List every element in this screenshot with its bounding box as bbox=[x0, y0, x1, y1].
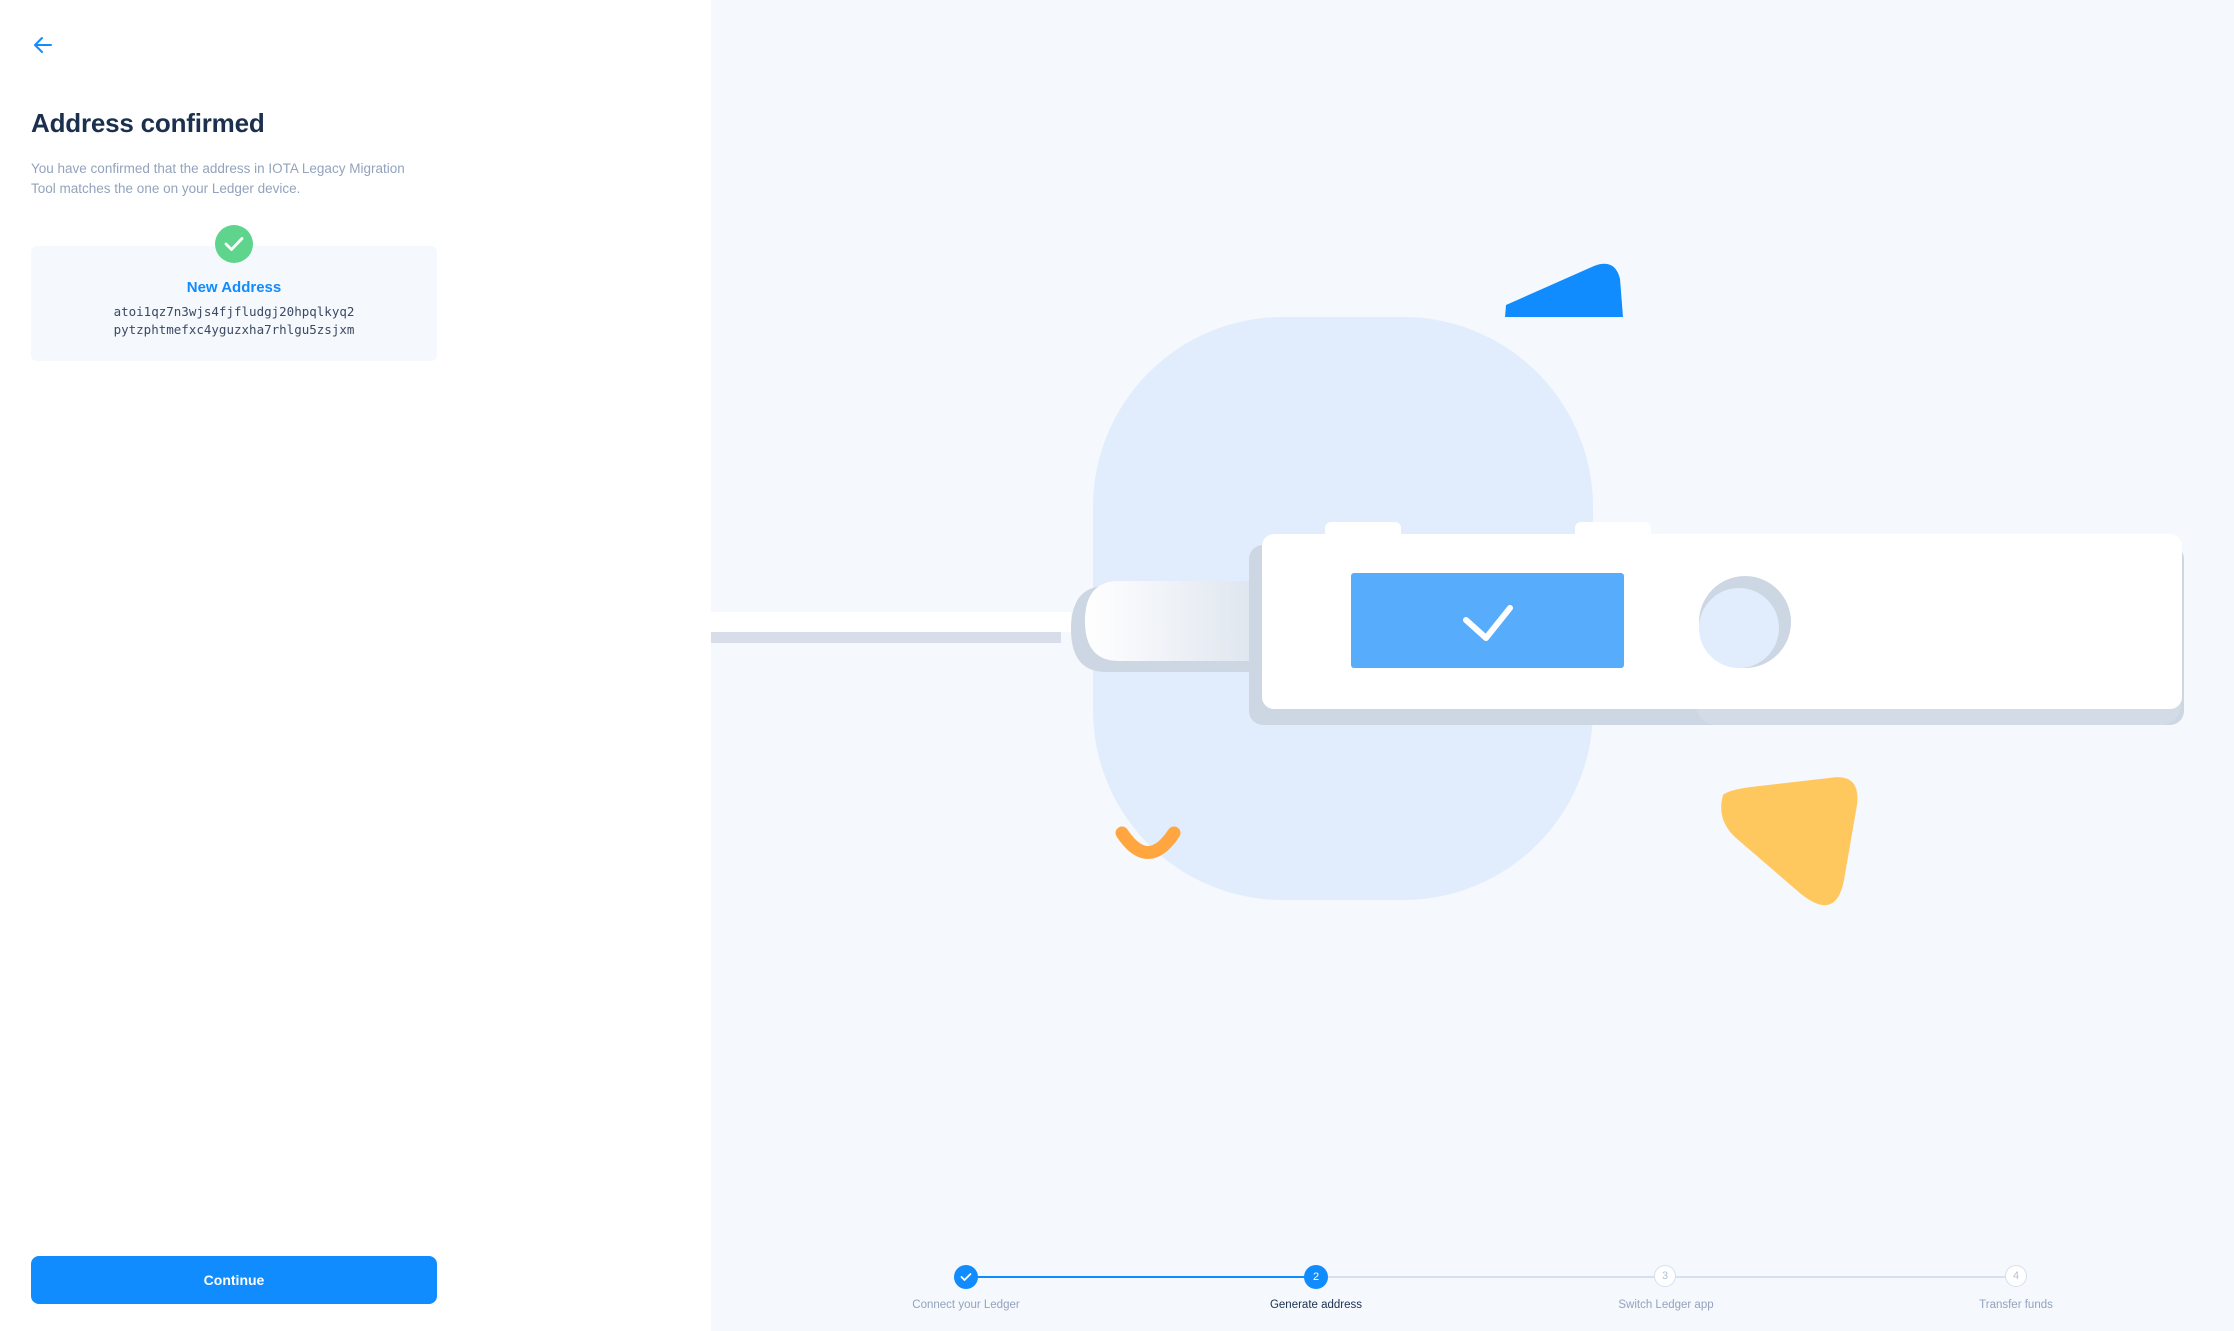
back-button[interactable] bbox=[28, 32, 58, 62]
app-window: Address confirmed You have confirmed tha… bbox=[0, 0, 2234, 1331]
blue-triangle-shape bbox=[1505, 263, 1623, 317]
continue-button[interactable]: Continue bbox=[31, 1256, 437, 1304]
arrow-left-icon bbox=[33, 36, 53, 59]
step-4-number: 4 bbox=[2012, 1270, 2020, 1282]
check-icon bbox=[960, 1273, 972, 1281]
progress-stepper: 2 3 4 Connect your Ledger Generate addre… bbox=[711, 1255, 2234, 1315]
page-title: Address confirmed bbox=[31, 108, 265, 138]
right-panel: 2 3 4 Connect your Ledger Generate addre… bbox=[711, 0, 2234, 1331]
page-description: You have confirmed that the address in I… bbox=[31, 161, 405, 196]
step-1-complete-dot bbox=[954, 1265, 978, 1289]
step-3-number: 3 bbox=[1661, 1270, 1669, 1282]
step-connector-1 bbox=[966, 1276, 1316, 1278]
cable bbox=[711, 612, 1071, 632]
yellow-triangle-shape bbox=[1721, 777, 1858, 906]
step-2-number: 2 bbox=[1312, 1271, 1320, 1283]
step-2-label: Generate address bbox=[1269, 1299, 1363, 1311]
check-circle-icon bbox=[215, 225, 253, 263]
step-connector-3 bbox=[1666, 1276, 2016, 1278]
ledger-illustration bbox=[711, 263, 2184, 906]
connector bbox=[1085, 581, 1266, 661]
step-1-label: Connect your Ledger bbox=[912, 1299, 1020, 1311]
step-4-label: Transfer funds bbox=[1979, 1299, 2053, 1311]
address-label: New Address bbox=[186, 279, 282, 296]
step-connector-2 bbox=[1316, 1276, 1666, 1278]
left-panel: Address confirmed You have confirmed tha… bbox=[0, 0, 711, 1331]
cable-shadow bbox=[711, 631, 1061, 643]
address-line-2: pytzphtmefxc4yguzxha7rhlgu5zsjxm bbox=[113, 322, 355, 337]
step-3-pending-dot: 3 bbox=[1654, 1265, 1676, 1287]
address-line-1: atoi1qz7n3wjs4fjfludgj20hpqlkyq2 bbox=[113, 304, 355, 319]
address-value: atoi1qz7n3wjs4fjfludgj20hpqlkyq2 pytzpht… bbox=[31, 303, 437, 339]
device-button bbox=[1699, 588, 1779, 668]
device-screen bbox=[1351, 573, 1624, 668]
step-4-pending-dot: 4 bbox=[2005, 1265, 2027, 1287]
address-card: New Address atoi1qz7n3wjs4fjfludgj20hpql… bbox=[31, 246, 437, 361]
step-2-active-dot: 2 bbox=[1304, 1265, 1328, 1289]
step-3-label: Switch Ledger app bbox=[1618, 1299, 1714, 1311]
